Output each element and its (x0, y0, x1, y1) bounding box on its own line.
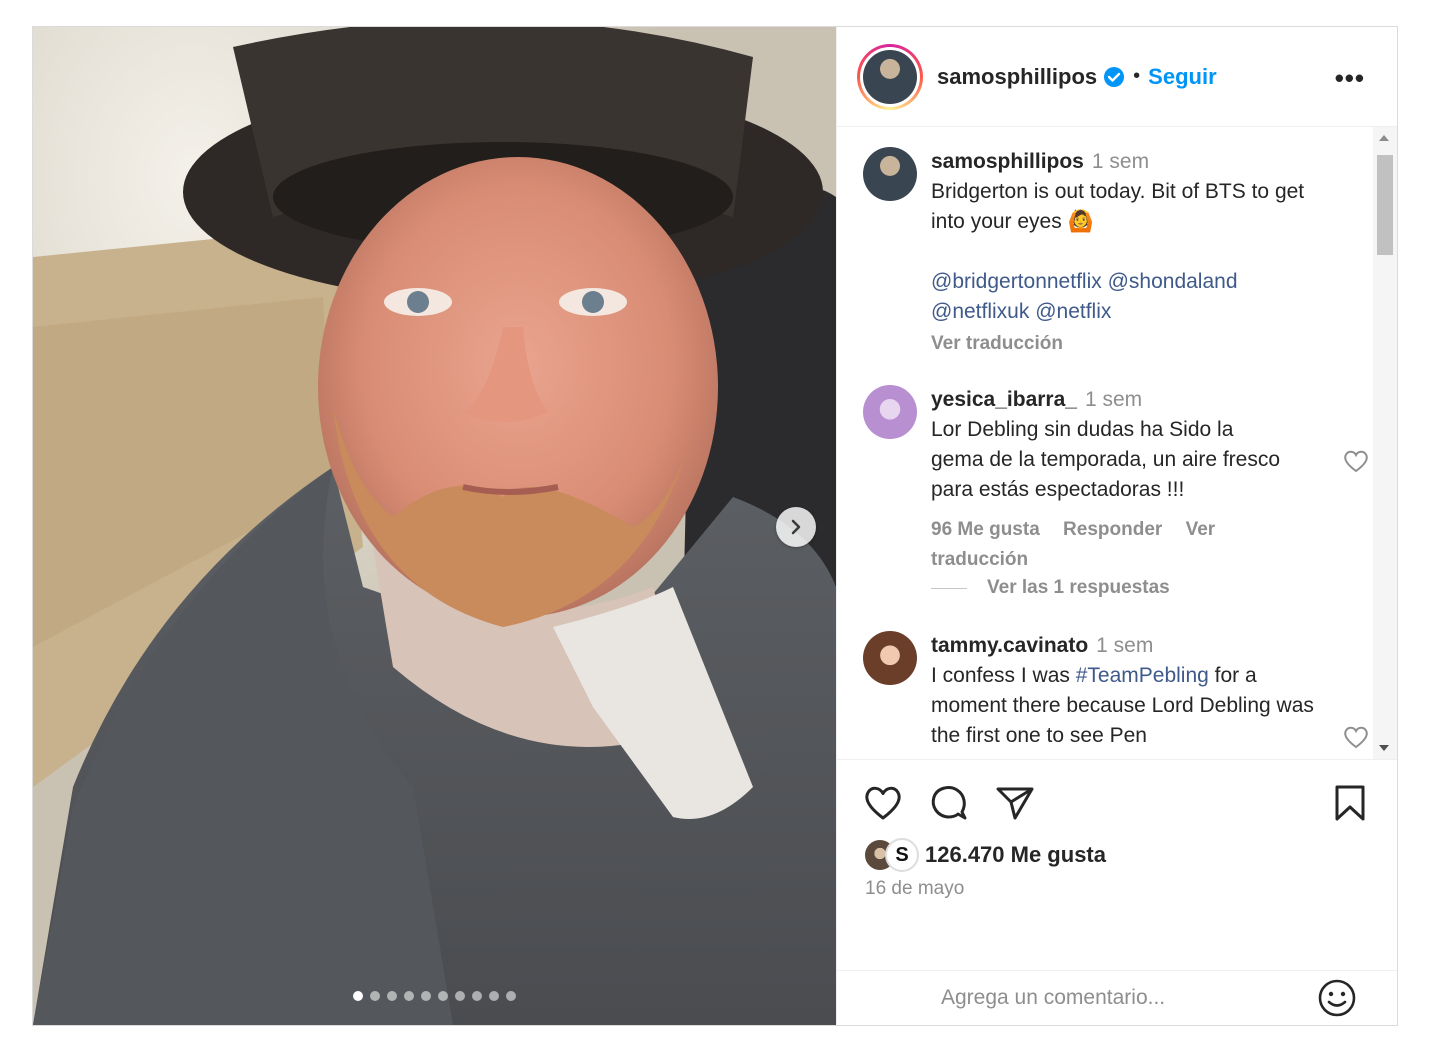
comment-text: Lor Debling sin dudas ha Sido la gema de… (931, 418, 1281, 501)
post-header: samosphillipos • Seguir ••• (837, 27, 1397, 127)
avatar[interactable] (863, 385, 917, 439)
reply-button[interactable]: Responder (1063, 519, 1162, 540)
heart-icon[interactable] (863, 784, 903, 822)
likes-count[interactable]: 126.470 Me gusta (925, 842, 1106, 868)
comment-item: tammy.cavinato 1 sem I confess I was #Tea… (863, 631, 1323, 751)
caption-text: Bridgerton is out today. Bit of BTS to g… (931, 180, 1305, 233)
caption-time[interactable]: 1 sem (1092, 150, 1149, 173)
hashtag-link[interactable]: #TeamPebling (1076, 664, 1209, 687)
bookmark-icon[interactable] (1333, 784, 1367, 822)
view-replies-button[interactable]: Ver las 1 respuestas (931, 577, 1170, 599)
comment-username[interactable]: tammy.cavinato (931, 634, 1088, 657)
heart-icon[interactable] (1343, 725, 1369, 749)
post-media (33, 27, 836, 1025)
header-separator: • (1133, 65, 1141, 87)
chevron-right-icon (791, 519, 801, 535)
scroll-up-arrow[interactable] (1379, 135, 1389, 141)
caption-username[interactable]: samosphillipos (931, 150, 1084, 173)
header-username[interactable]: samosphillipos (937, 64, 1097, 90)
emoji-smile-icon[interactable] (1317, 978, 1357, 1018)
mention-link[interactable]: @bridgertonnetflix (931, 270, 1102, 293)
caption-translate-link[interactable]: Ver traducción (931, 333, 1063, 354)
mention-link[interactable]: @netflix (1035, 300, 1111, 323)
carousel-dot (455, 991, 465, 1001)
avatar[interactable] (863, 631, 917, 685)
more-options-icon[interactable]: ••• (1335, 63, 1365, 94)
comment-likes[interactable]: 96 Me gusta (931, 519, 1040, 540)
carousel-dot (472, 991, 482, 1001)
post-photo (33, 27, 836, 1025)
comment-time[interactable]: 1 sem (1096, 634, 1153, 657)
next-slide-button[interactable] (776, 507, 816, 547)
verified-badge-icon (1104, 66, 1125, 87)
carousel-dot (438, 991, 448, 1001)
mention-link[interactable]: @shondaland (1108, 270, 1238, 293)
post-dialog: samosphillipos • Seguir ••• samosphillip… (32, 26, 1398, 1026)
view-replies-label: Ver las 1 respuestas (987, 577, 1170, 598)
comment-input[interactable] (939, 985, 1303, 1011)
carousel-dot (506, 991, 516, 1001)
comments-list: samosphillipos 1 sem Bridgerton is out to… (837, 127, 1397, 760)
post-side-panel: samosphillipos • Seguir ••• samosphillip… (836, 27, 1397, 1025)
liker-avatar: S (885, 838, 919, 872)
carousel-dot (404, 991, 414, 1001)
carousel-dot (387, 991, 397, 1001)
avatar-image (863, 49, 917, 104)
carousel-dot (353, 991, 363, 1001)
likes-summary[interactable]: S 126.470 Me gusta (863, 838, 1106, 872)
post-date[interactable]: 16 de mayo (865, 878, 964, 900)
carousel-dot (370, 991, 380, 1001)
comment-bubble-icon[interactable] (929, 784, 969, 822)
post-actions: S 126.470 Me gusta 16 de mayo (837, 760, 1397, 971)
follow-button[interactable]: Seguir (1148, 64, 1216, 90)
scroll-down-arrow[interactable] (1379, 745, 1389, 751)
add-comment-bar (837, 971, 1397, 1025)
heart-icon[interactable] (1343, 449, 1369, 473)
scroll-thumb[interactable] (1377, 155, 1393, 255)
paper-plane-icon[interactable] (995, 784, 1035, 822)
comment-time[interactable]: 1 sem (1085, 388, 1142, 411)
carousel-dot (489, 991, 499, 1001)
comment-username[interactable]: yesica_ibarra_ (931, 388, 1077, 411)
caption: samosphillipos 1 sem Bridgerton is out to… (863, 147, 1323, 359)
carousel-dot (421, 991, 431, 1001)
author-avatar[interactable] (857, 43, 923, 110)
comments-scrollbar[interactable] (1373, 127, 1397, 759)
mention-link[interactable]: @netflixuk (931, 300, 1029, 323)
carousel-indicator (353, 991, 516, 1001)
comment-text: I confess I was (931, 664, 1076, 687)
comment-item: yesica_ibarra_ 1 sem Lor Debling sin duda… (863, 385, 1323, 575)
avatar[interactable] (863, 147, 917, 201)
